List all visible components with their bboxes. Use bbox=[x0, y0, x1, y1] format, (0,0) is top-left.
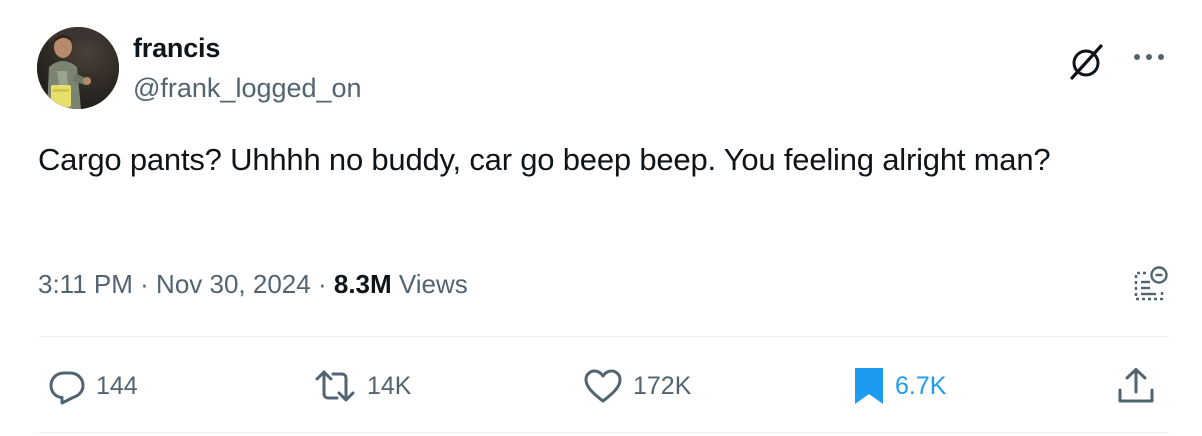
reply-icon bbox=[49, 371, 85, 405]
tweet-metadata: 3:11 PM · Nov 30, 2024 · 8.3M Views bbox=[38, 264, 468, 304]
divider bbox=[38, 432, 1169, 433]
display-name[interactable]: francis bbox=[133, 31, 220, 65]
share-button[interactable] bbox=[1116, 364, 1156, 408]
share-icon bbox=[1118, 368, 1154, 403]
separator: · bbox=[140, 269, 149, 299]
avatar[interactable] bbox=[37, 27, 119, 109]
tweet-time[interactable]: 3:11 PM bbox=[38, 269, 133, 299]
like-count: 172K bbox=[633, 371, 692, 400]
like-button[interactable]: 172K bbox=[583, 364, 691, 408]
reply-count: 144 bbox=[96, 371, 138, 400]
separator: · bbox=[317, 269, 327, 299]
profile-photo-icon bbox=[37, 27, 119, 109]
views-label: Views bbox=[398, 269, 468, 299]
bookmark-icon bbox=[855, 368, 883, 404]
tweet-card: francis @frank_logged_on Cargo pants? Uh… bbox=[0, 0, 1202, 436]
more-icon[interactable] bbox=[1131, 50, 1167, 62]
repost-count: 14K bbox=[367, 371, 412, 400]
bookmark-button[interactable]: 6.7K bbox=[853, 364, 946, 408]
bookmark-count: 6.7K bbox=[895, 371, 947, 400]
heart-icon bbox=[584, 369, 622, 403]
repost-button[interactable]: 14K bbox=[313, 364, 411, 408]
reply-button[interactable]: 144 bbox=[48, 364, 138, 408]
views-count[interactable]: 8.3M bbox=[334, 269, 392, 299]
grok-icon[interactable] bbox=[1066, 42, 1106, 82]
divider bbox=[38, 336, 1169, 337]
repost-icon bbox=[315, 370, 355, 402]
tweet-date[interactable]: Nov 30, 2024 bbox=[156, 269, 311, 299]
handle[interactable]: @frank_logged_on bbox=[133, 71, 362, 105]
tweet-text: Cargo pants? Uhhhh no buddy, car go beep… bbox=[38, 142, 1051, 177]
post-summary-icon[interactable] bbox=[1132, 265, 1168, 303]
